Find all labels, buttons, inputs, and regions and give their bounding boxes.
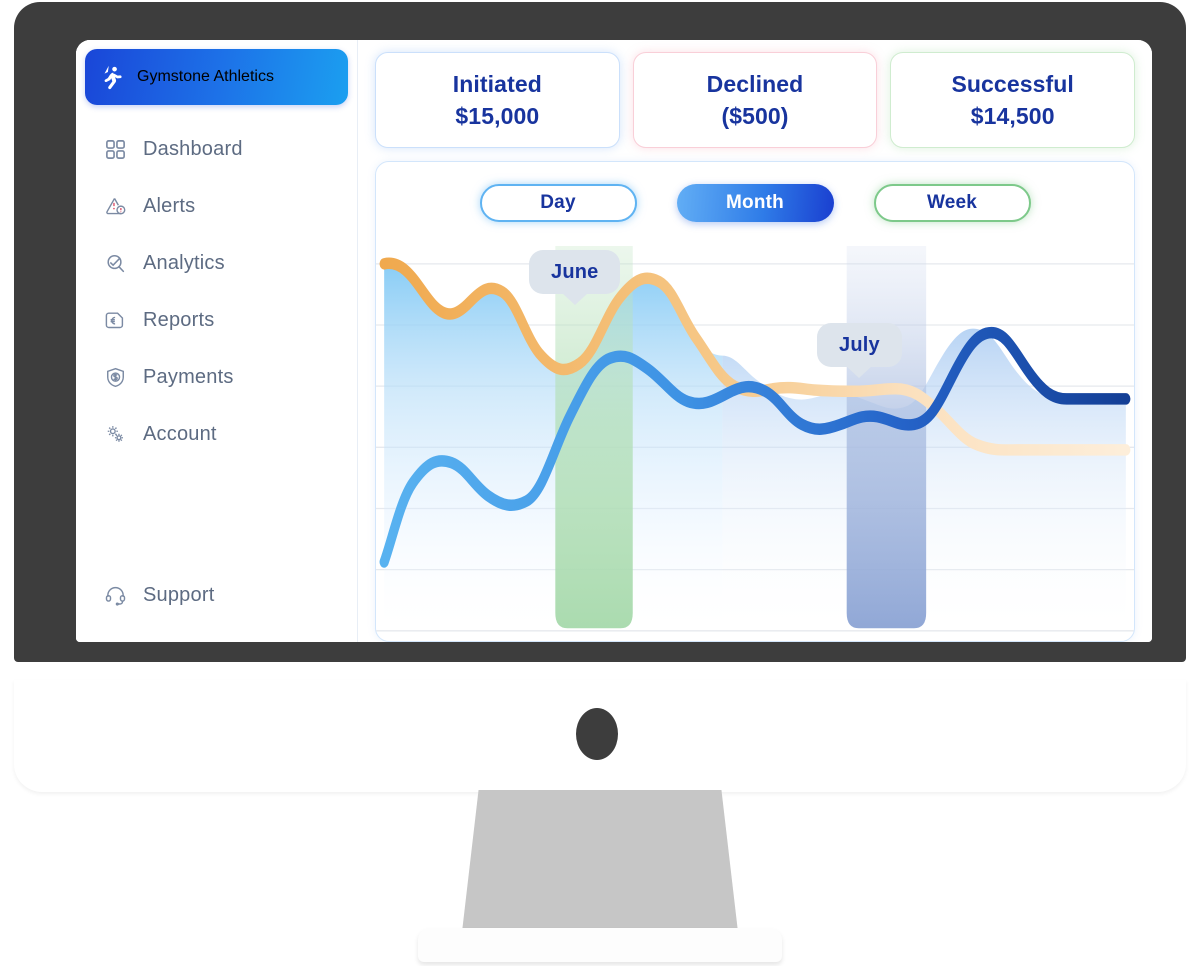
brand-title: Gymstone Athletics bbox=[137, 68, 274, 85]
range-button-week[interactable]: Week bbox=[873, 184, 1031, 222]
sidebar-item-label: Support bbox=[143, 583, 215, 606]
stat-label: Successful bbox=[951, 70, 1074, 97]
magnifier-chart-icon bbox=[102, 250, 128, 276]
stat-card-successful[interactable]: Successful $14,500 bbox=[890, 52, 1136, 148]
sidebar-item-label: Account bbox=[143, 422, 217, 445]
range-toggle-group: Day Month Week bbox=[376, 162, 1134, 222]
monitor-mockup: Gymstone Athletics Dashboard Alerts Anal… bbox=[0, 0, 1200, 966]
stat-label: Declined bbox=[706, 70, 804, 97]
chart-tooltip-june[interactable]: June bbox=[529, 250, 621, 294]
stat-value: ($500) bbox=[721, 102, 789, 129]
sidebar-nav: Dashboard Alerts Analytics Reports Payme… bbox=[76, 129, 357, 632]
chart-panel: Day Month Week June July bbox=[375, 161, 1135, 642]
gears-icon bbox=[102, 421, 128, 447]
monitor-frame: Gymstone Athletics Dashboard Alerts Anal… bbox=[14, 2, 1186, 662]
stat-value: $15,000 bbox=[455, 102, 540, 129]
stat-value: $14,500 bbox=[970, 102, 1055, 129]
sidebar-item-reports[interactable]: Reports bbox=[76, 300, 357, 340]
chart-tooltip-july[interactable]: July bbox=[817, 323, 902, 367]
chart-tooltip-label: June bbox=[551, 260, 599, 283]
monitor-stand bbox=[462, 790, 738, 932]
stat-card-initiated[interactable]: Initiated $15,000 bbox=[375, 52, 620, 148]
sidebar-item-analytics[interactable]: Analytics bbox=[76, 243, 357, 283]
brand-header[interactable]: Gymstone Athletics bbox=[85, 49, 348, 105]
monitor-camera-dot bbox=[576, 708, 618, 760]
range-button-label: Week bbox=[926, 192, 978, 213]
main-content: Initiated $15,000 Declined ($500) Succes… bbox=[358, 40, 1152, 642]
sidebar-item-support[interactable]: Support bbox=[76, 575, 357, 615]
grid-icon bbox=[102, 136, 128, 162]
sidebar-item-label: Reports bbox=[143, 308, 215, 331]
headset-icon bbox=[102, 582, 128, 608]
athlete-logo-icon bbox=[97, 62, 127, 92]
sidebar-item-label: Alerts bbox=[143, 194, 196, 217]
stat-card-declined[interactable]: Declined ($500) bbox=[632, 52, 878, 148]
line-chart bbox=[376, 246, 1134, 632]
document-euro-icon bbox=[102, 307, 128, 333]
chart-plot-area: June July bbox=[376, 246, 1134, 641]
sidebar-item-label: Analytics bbox=[143, 251, 225, 274]
monitor-base bbox=[418, 928, 782, 962]
sidebar-item-account[interactable]: Account bbox=[76, 414, 357, 454]
sidebar-item-alerts[interactable]: Alerts bbox=[76, 186, 357, 226]
highlight-band-july bbox=[846, 246, 927, 629]
stat-label: Initiated bbox=[452, 70, 542, 97]
stat-card-row: Initiated $15,000 Declined ($500) Succes… bbox=[375, 52, 1136, 148]
range-button-label: Month bbox=[726, 192, 784, 213]
sidebar-item-label: Dashboard bbox=[143, 137, 243, 160]
monitor-screen: Gymstone Athletics Dashboard Alerts Anal… bbox=[76, 40, 1152, 642]
sidebar-item-label: Payments bbox=[143, 365, 234, 388]
range-button-label: Day bbox=[540, 192, 576, 213]
dashboard-app: Gymstone Athletics Dashboard Alerts Anal… bbox=[76, 40, 1152, 642]
range-button-day[interactable]: Day bbox=[479, 184, 637, 222]
shield-dollar-icon bbox=[102, 364, 128, 390]
sidebar: Gymstone Athletics Dashboard Alerts Anal… bbox=[76, 40, 358, 642]
sidebar-item-payments[interactable]: Payments bbox=[76, 357, 357, 397]
sidebar-item-dashboard[interactable]: Dashboard bbox=[76, 129, 357, 169]
range-button-month[interactable]: Month bbox=[676, 184, 834, 222]
chart-tooltip-label: July bbox=[839, 333, 880, 356]
warning-triangle-icon bbox=[102, 193, 128, 219]
